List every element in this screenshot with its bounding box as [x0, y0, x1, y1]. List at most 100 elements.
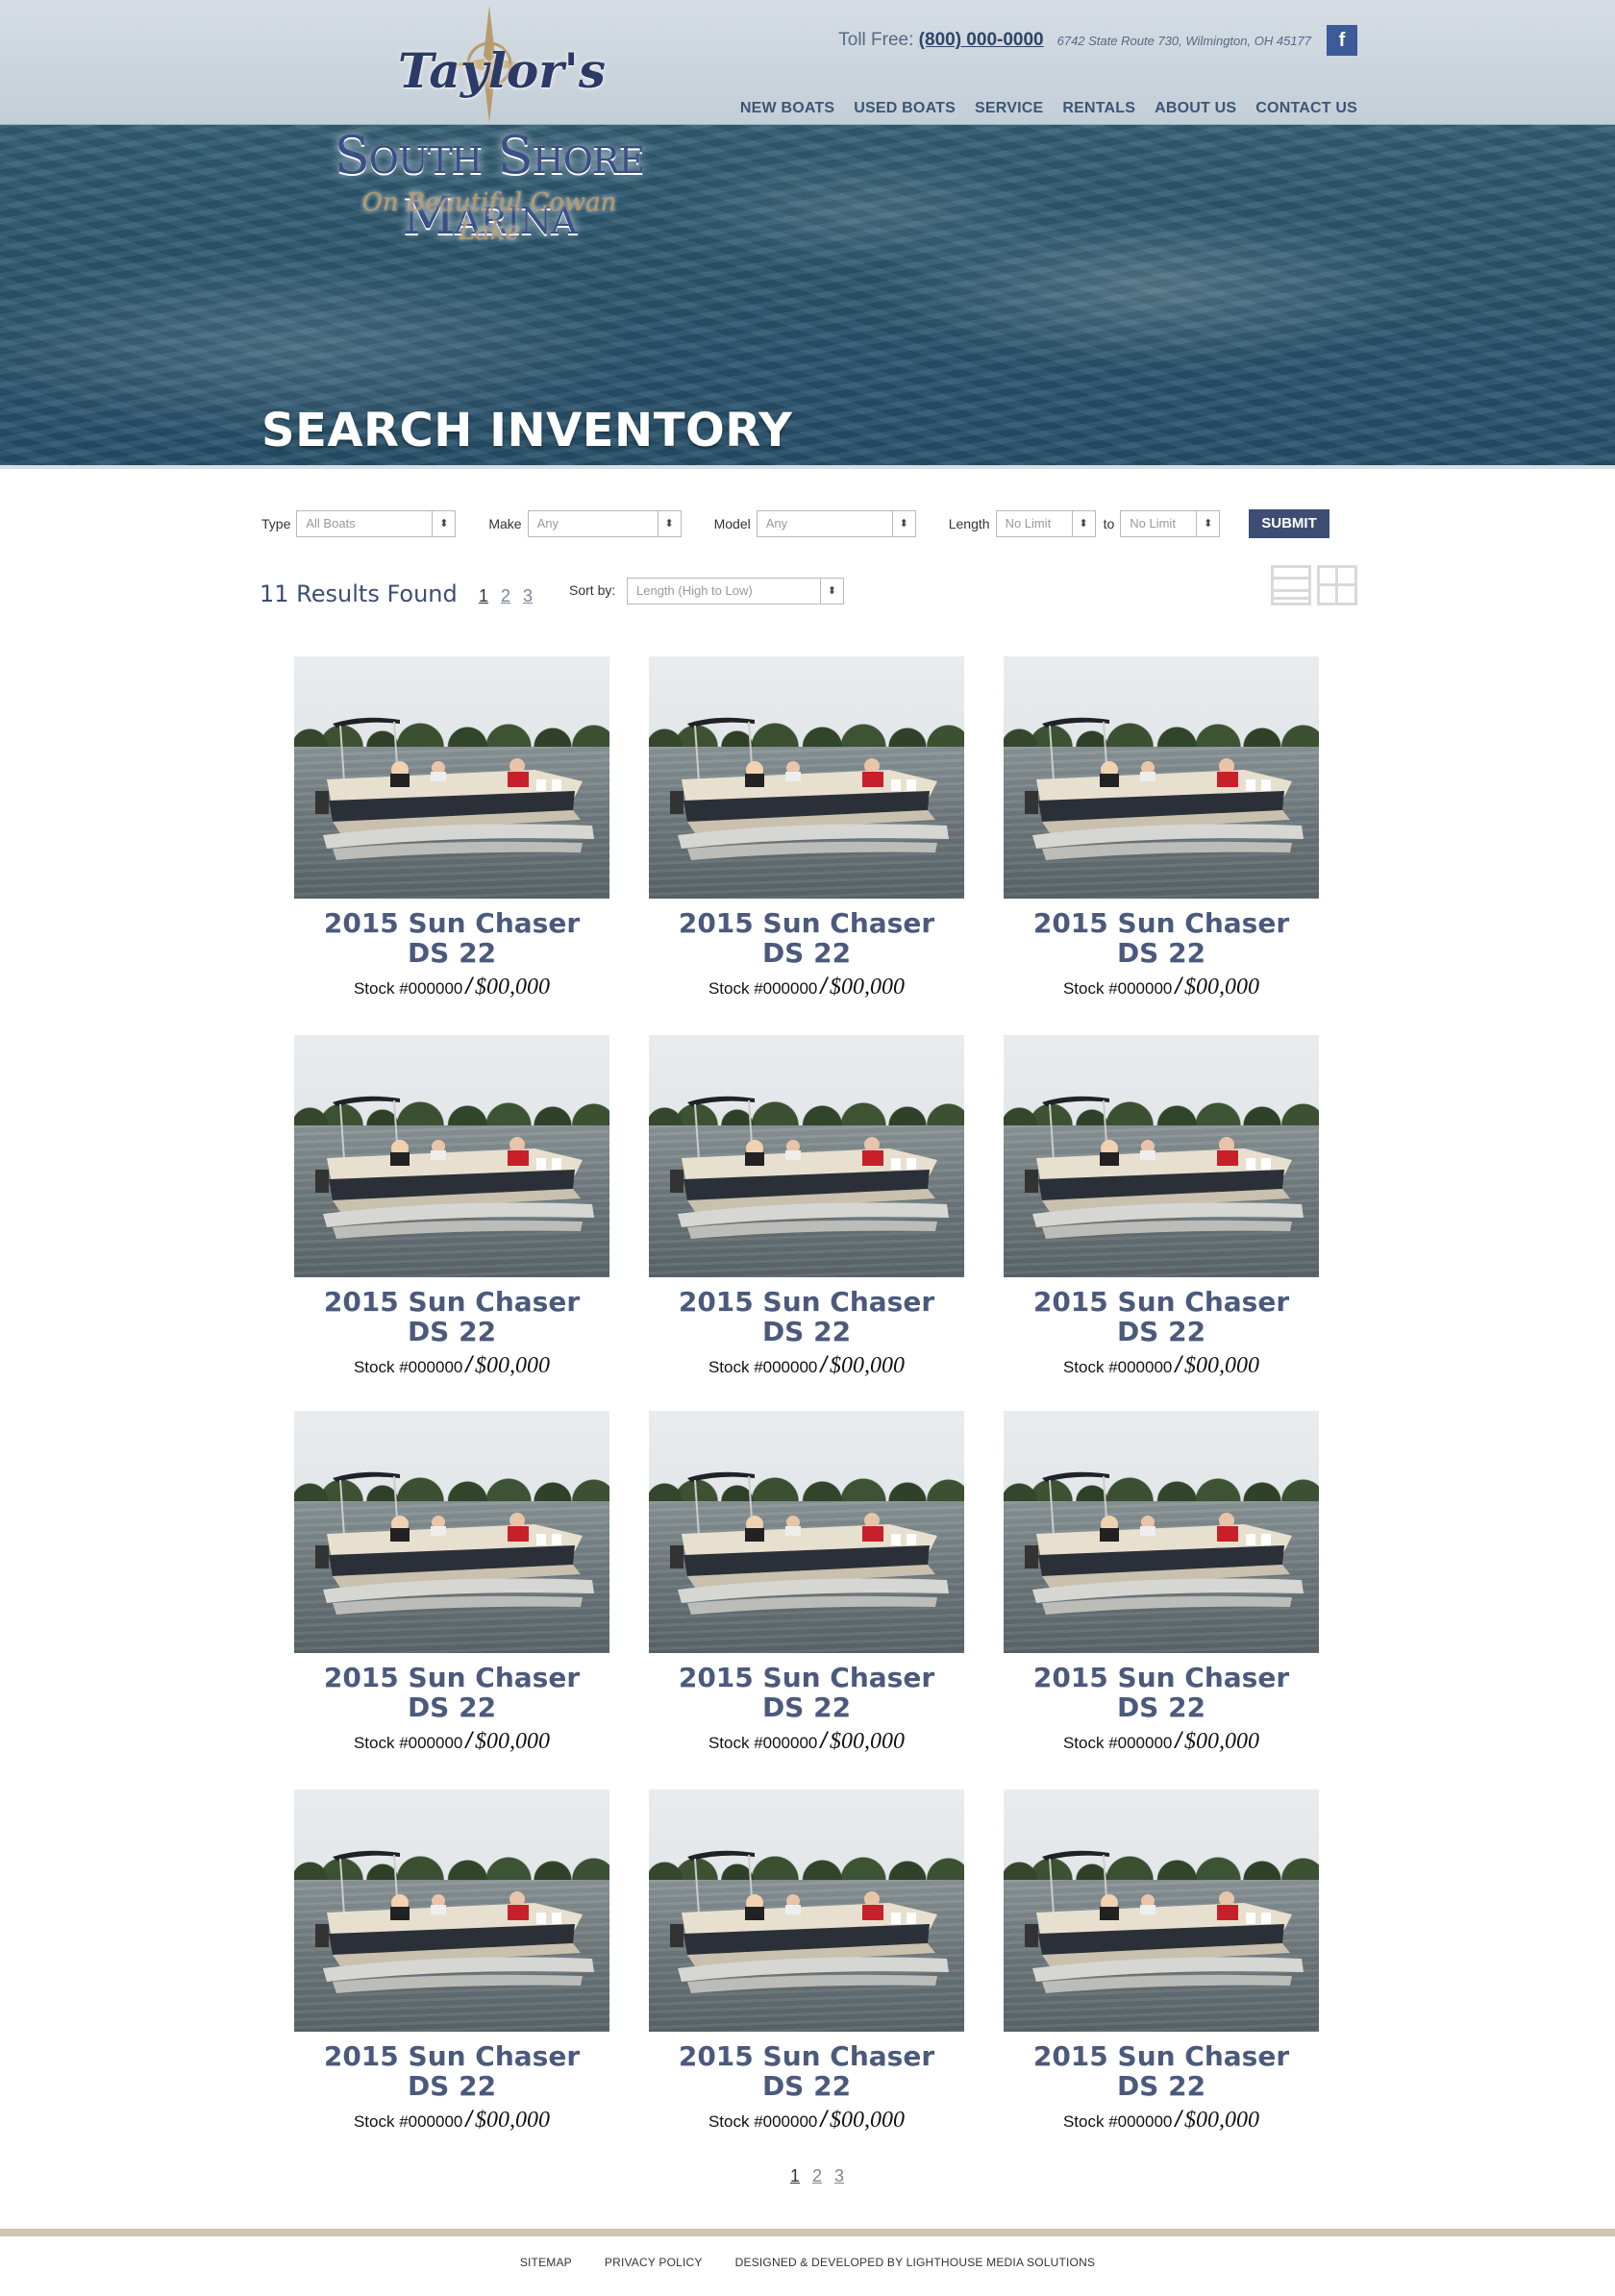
results-count: 11 Results Found	[260, 580, 458, 607]
listing-title-line1: 2015 Sun Chaser	[323, 1286, 581, 1318]
listing-title[interactable]: 2015 Sun Chaser DS 22	[1004, 1287, 1319, 1346]
search-filters: Type All Boats ⬍ Make Any ⬍ Model Any ⬍ …	[261, 509, 1357, 538]
listing-separator: /	[820, 1728, 828, 1754]
grid-view-icon[interactable]	[1317, 565, 1357, 605]
listing-photo[interactable]	[649, 1035, 964, 1277]
type-select[interactable]: All Boats ⬍	[296, 510, 457, 537]
page-link-3[interactable]: 3	[523, 586, 533, 606]
site-logo[interactable]: Taylor's South Shore Marina On Beautiful…	[254, 6, 725, 246]
listing-title[interactable]: 2015 Sun Chaser DS 22	[294, 1287, 609, 1346]
list-view-icon[interactable]	[1271, 565, 1311, 605]
phone-link[interactable]: (800) 000-0000	[919, 30, 1044, 50]
listing-card[interactable]: 2015 Sun Chaser DS 22 Stock #000000/$00,00…	[649, 656, 964, 1035]
listing-photo[interactable]	[1004, 1035, 1319, 1277]
listing-separator: /	[1175, 2107, 1182, 2133]
model-select[interactable]: Any ⬍	[756, 510, 916, 537]
listing-stock: Stock #000000	[353, 1734, 463, 1752]
boat-photo-illustration	[315, 1850, 594, 1993]
select-arrow-icon: ⬍	[657, 511, 681, 536]
nav-new-boats[interactable]: NEW BOATS	[740, 100, 834, 117]
listing-card[interactable]: 2015 Sun Chaser DS 22 Stock #000000/$00,00…	[1004, 1035, 1319, 1411]
make-select[interactable]: Any ⬍	[527, 510, 682, 537]
listing-photo[interactable]	[294, 1790, 609, 2032]
page-link-2[interactable]: 2	[501, 586, 510, 606]
listing-title[interactable]: 2015 Sun Chaser DS 22	[294, 1663, 609, 1722]
listing-price: $00,000	[1184, 2108, 1260, 2133]
listing-title[interactable]: 2015 Sun Chaser DS 22	[1004, 1663, 1319, 1722]
listing-title[interactable]: 2015 Sun Chaser DS 22	[649, 2041, 964, 2101]
length-to-select[interactable]: No Limit ⬍	[1120, 510, 1221, 537]
listing-title-line1: 2015 Sun Chaser	[323, 907, 581, 939]
listing-photo[interactable]	[1004, 656, 1319, 899]
listing-title[interactable]: 2015 Sun Chaser DS 22	[1004, 2041, 1319, 2101]
page-link-2[interactable]: 2	[812, 2166, 822, 2186]
select-arrow-icon: ⬍	[432, 511, 455, 536]
listing-title-line2: DS 22	[407, 1691, 497, 1723]
footer-link-privacy[interactable]: PRIVACY POLICY	[605, 2256, 703, 2269]
listing-meta: Stock #000000/$00,000	[1004, 2107, 1319, 2134]
listing-row: 2015 Sun Chaser DS 22 Stock #000000/$00,00…	[294, 1411, 1319, 1790]
sort-select[interactable]: Length (High to Low) ⬍	[627, 578, 844, 605]
boat-photo-illustration	[1025, 1850, 1304, 1993]
listing-title-line2: DS 22	[1116, 1691, 1206, 1723]
listing-price: $00,000	[475, 975, 551, 1000]
listing-card[interactable]: 2015 Sun Chaser DS 22 Stock #000000/$00,00…	[649, 1035, 964, 1411]
listing-meta: Stock #000000/$00,000	[1004, 1352, 1319, 1379]
listing-card[interactable]: 2015 Sun Chaser DS 22 Stock #000000/$00,00…	[649, 1790, 964, 2168]
listing-separator: /	[820, 1352, 828, 1378]
listing-card[interactable]: 2015 Sun Chaser DS 22 Stock #000000/$00,00…	[294, 1411, 609, 1790]
select-arrow-icon: ⬍	[1071, 511, 1095, 536]
listing-title-line2: DS 22	[407, 937, 497, 969]
listing-card[interactable]: 2015 Sun Chaser DS 22 Stock #000000/$00,00…	[1004, 1790, 1319, 2168]
listing-title[interactable]: 2015 Sun Chaser DS 22	[294, 908, 609, 968]
page-link-1[interactable]: 1	[790, 2166, 800, 2186]
listing-title[interactable]: 2015 Sun Chaser DS 22	[649, 1663, 964, 1722]
listing-photo[interactable]	[1004, 1790, 1319, 2032]
footer-link-sitemap[interactable]: SITEMAP	[520, 2256, 572, 2269]
submit-button[interactable]: SUBMIT	[1249, 509, 1329, 538]
listing-photo[interactable]	[294, 1411, 609, 1653]
listing-title[interactable]: 2015 Sun Chaser DS 22	[1004, 908, 1319, 968]
listing-title-line2: DS 22	[407, 1316, 497, 1347]
page-link-3[interactable]: 3	[834, 2166, 844, 2186]
toll-free-label: Toll Free:	[838, 30, 914, 50]
page-link-1[interactable]: 1	[479, 586, 488, 606]
listing-photo[interactable]	[294, 656, 609, 899]
listing-card[interactable]: 2015 Sun Chaser DS 22 Stock #000000/$00,00…	[649, 1411, 964, 1790]
nav-service[interactable]: SERVICE	[975, 100, 1043, 117]
listing-meta: Stock #000000/$00,000	[649, 1728, 964, 1755]
listing-stock: Stock #000000	[1062, 1358, 1173, 1376]
listing-stock: Stock #000000	[1062, 2112, 1173, 2131]
listing-title[interactable]: 2015 Sun Chaser DS 22	[649, 908, 964, 968]
listing-photo[interactable]	[649, 1411, 964, 1653]
nav-used-boats[interactable]: USED BOATS	[854, 100, 956, 117]
listing-row: 2015 Sun Chaser DS 22 Stock #000000/$00,00…	[294, 1790, 1319, 2168]
nav-about-us[interactable]: ABOUT US	[1155, 100, 1236, 117]
listing-card[interactable]: 2015 Sun Chaser DS 22 Stock #000000/$00,00…	[1004, 656, 1319, 1035]
listing-card[interactable]: 2015 Sun Chaser DS 22 Stock #000000/$00,00…	[294, 1790, 609, 2168]
listing-title[interactable]: 2015 Sun Chaser DS 22	[649, 1287, 964, 1346]
listing-price: $00,000	[475, 1353, 551, 1378]
facebook-icon[interactable]: f	[1327, 25, 1357, 56]
nav-rentals[interactable]: RENTALS	[1062, 100, 1135, 117]
length-from-select[interactable]: No Limit ⬍	[995, 510, 1096, 537]
listing-card[interactable]: 2015 Sun Chaser DS 22 Stock #000000/$00,00…	[294, 1035, 609, 1411]
listing-stock: Stock #000000	[353, 979, 463, 998]
listing-title-line2: DS 22	[1116, 2070, 1206, 2102]
listing-card[interactable]: 2015 Sun Chaser DS 22 Stock #000000/$00,00…	[294, 656, 609, 1035]
listing-photo[interactable]	[1004, 1411, 1319, 1653]
listing-photo[interactable]	[649, 1790, 964, 2032]
listing-title-line2: DS 22	[407, 2070, 497, 2102]
footer-divider	[0, 2229, 1615, 2236]
nav-contact-us[interactable]: CONTACT US	[1255, 100, 1357, 117]
footer-link-credit[interactable]: DESIGNED & DEVELOPED BY LIGHTHOUSE MEDIA…	[735, 2256, 1096, 2269]
toll-free: Toll Free: (800) 000-0000	[838, 30, 1043, 51]
listing-card[interactable]: 2015 Sun Chaser DS 22 Stock #000000/$00,00…	[1004, 1411, 1319, 1790]
select-arrow-icon: ⬍	[891, 511, 915, 536]
listing-photo[interactable]	[294, 1035, 609, 1277]
pagination-top: 1 2 3	[479, 586, 533, 606]
listing-title[interactable]: 2015 Sun Chaser DS 22	[294, 2041, 609, 2101]
listing-separator: /	[465, 1352, 473, 1378]
listing-title-line1: 2015 Sun Chaser	[678, 907, 935, 939]
listing-photo[interactable]	[649, 656, 964, 899]
